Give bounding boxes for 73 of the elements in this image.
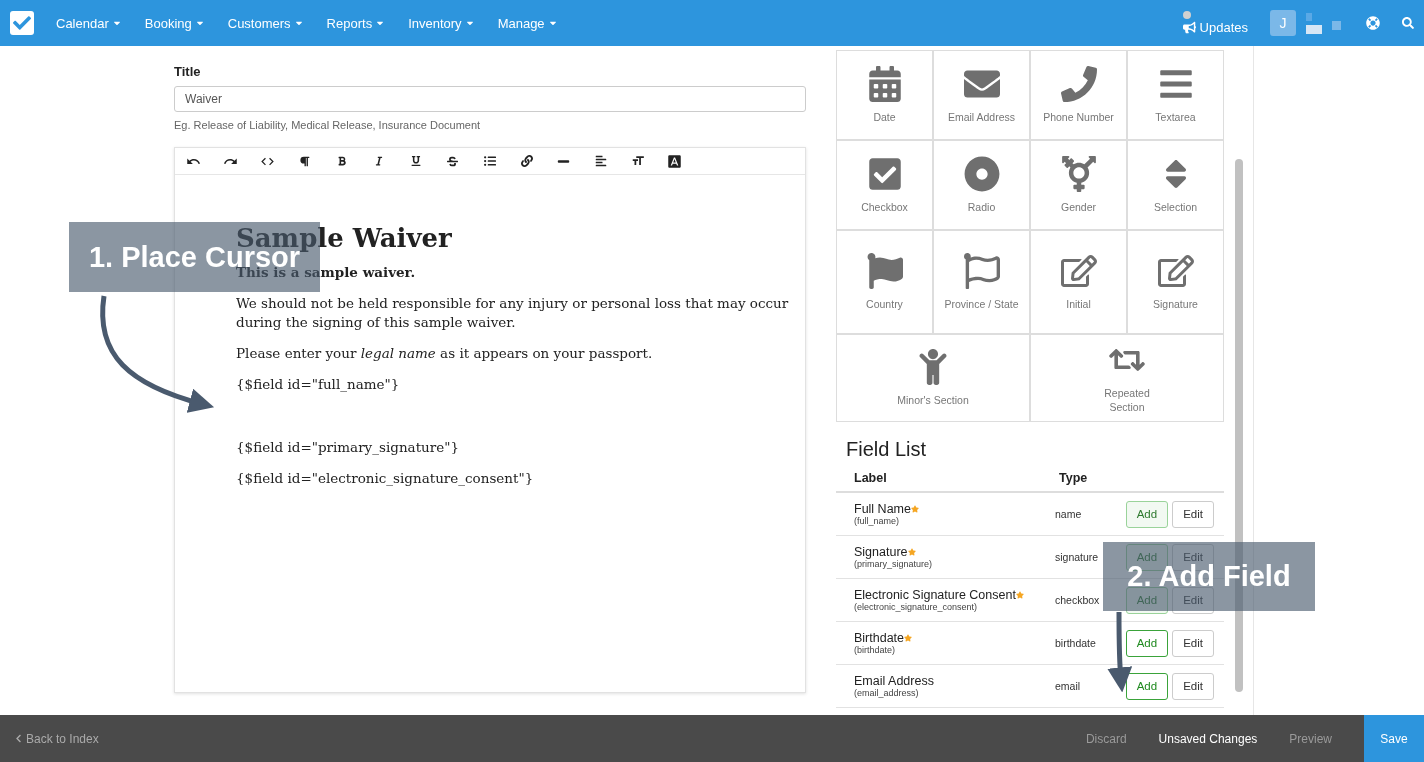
edit-button[interactable]: Edit <box>1172 672 1214 700</box>
field-type-tile[interactable]: Checkbox <box>837 141 932 229</box>
help-icon[interactable] <box>1366 16 1380 30</box>
chevron-left-icon <box>14 734 23 743</box>
nav-menu-item[interactable]: Inventory <box>408 15 475 31</box>
nav-menu-item[interactable]: Reports <box>326 15 386 31</box>
field-label: Full Name <box>854 502 1055 516</box>
gender-symbol-icon <box>1060 156 1097 192</box>
back-link[interactable]: Back to Index <box>14 731 99 746</box>
notification-dot <box>1182 10 1191 19</box>
document-paragraph: {$field id="full_name"} <box>236 375 401 394</box>
title-input[interactable]: Waiver <box>174 86 806 112</box>
flag-icon <box>866 253 903 289</box>
field-label: Electronic Signature Consent <box>854 588 1055 602</box>
field-type-tile[interactable]: Gender <box>1031 141 1126 229</box>
flag-outline-icon <box>963 253 1000 289</box>
megaphone-icon <box>1182 20 1196 34</box>
updates-link[interactable]: Updates <box>1182 19 1248 35</box>
nav-menu-item[interactable]: Manage <box>497 15 558 31</box>
field-type-tile[interactable]: Email Address <box>934 51 1029 139</box>
field-type-tile[interactable]: Province / State <box>934 231 1029 333</box>
field-type-tile[interactable]: Date <box>837 51 932 139</box>
field-type-tile[interactable]: Minor's Section <box>837 335 1029 421</box>
field-type-tile[interactable]: Country <box>837 231 932 333</box>
document-paragraph: We should not be held responsible for any injury or personal loss that may occur during the signing of this sample waiver. <box>236 294 790 332</box>
edit-icon <box>1157 253 1194 289</box>
column-header: Label <box>854 471 888 485</box>
edit-button[interactable]: Edit <box>1172 629 1214 657</box>
save-button[interactable]: Save <box>1364 715 1424 762</box>
calendar-icon <box>866 66 903 102</box>
field-type-tile[interactable]: Textarea <box>1128 51 1223 139</box>
status-text[interactable]: Unsaved Changes <box>1158 731 1258 746</box>
section-title: Field List <box>845 437 928 462</box>
checkbox-icon <box>866 156 903 192</box>
radio-icon <box>963 156 1000 192</box>
field-type-tile[interactable]: Selection <box>1128 141 1223 229</box>
help-text: Eg. Release of Liability, Medical Release, Insurance Document <box>174 119 482 131</box>
field-type: birthdate <box>1055 637 1097 649</box>
field-type: name <box>1055 508 1083 520</box>
search-icon[interactable] <box>1402 17 1414 29</box>
add-button[interactable]: Add <box>1125 629 1169 657</box>
field-type: signature <box>1055 551 1100 563</box>
document-paragraph: {$field id="primary_signature"} <box>236 438 460 457</box>
field-type-tile[interactable]: Radio <box>934 141 1029 229</box>
edit-button[interactable]: Edit <box>1172 500 1214 528</box>
add-button[interactable]: Add <box>1125 672 1169 700</box>
field-id: (electronic_signature_consent) <box>854 602 979 612</box>
field-label: Email Address <box>854 674 935 688</box>
field-type-tile[interactable]: Initial <box>1031 231 1126 333</box>
column-header: Type <box>1059 471 1088 485</box>
document-paragraph: Please enter your legal name as it appears on your passport. <box>236 344 654 363</box>
field-id: (full_name) <box>854 516 901 526</box>
field-type-tile[interactable]: Phone Number <box>1031 51 1126 139</box>
phone-icon <box>1060 66 1097 102</box>
field-type: checkbox <box>1055 594 1101 606</box>
field-label: Title <box>174 64 202 79</box>
field-id: (primary_signature) <box>854 559 934 569</box>
field-label: Signature <box>854 545 1055 559</box>
edit-button[interactable]: Edit <box>1172 586 1214 614</box>
field-type: email <box>1055 680 1082 692</box>
field-id: (birthdate) <box>854 645 897 655</box>
logo-icon[interactable] <box>10 11 34 35</box>
edit-icon <box>1060 253 1097 289</box>
action-link[interactable]: Discard <box>1085 731 1127 746</box>
nav-menu-item[interactable]: Customers <box>227 15 304 31</box>
nav-menu-item[interactable]: Booking <box>144 15 205 31</box>
field-label: Birthdate <box>854 631 1055 645</box>
field-type-tile[interactable]: Repeated Section <box>1031 335 1223 421</box>
action-link[interactable]: Preview <box>1289 731 1332 746</box>
document-paragraph: {$field id="electronic_signature_consent"} <box>236 469 535 488</box>
nav-menu-item[interactable]: Calendar <box>56 15 122 31</box>
field-type-tile[interactable]: Signature <box>1128 231 1223 333</box>
field-id: (email_address) <box>854 688 920 698</box>
